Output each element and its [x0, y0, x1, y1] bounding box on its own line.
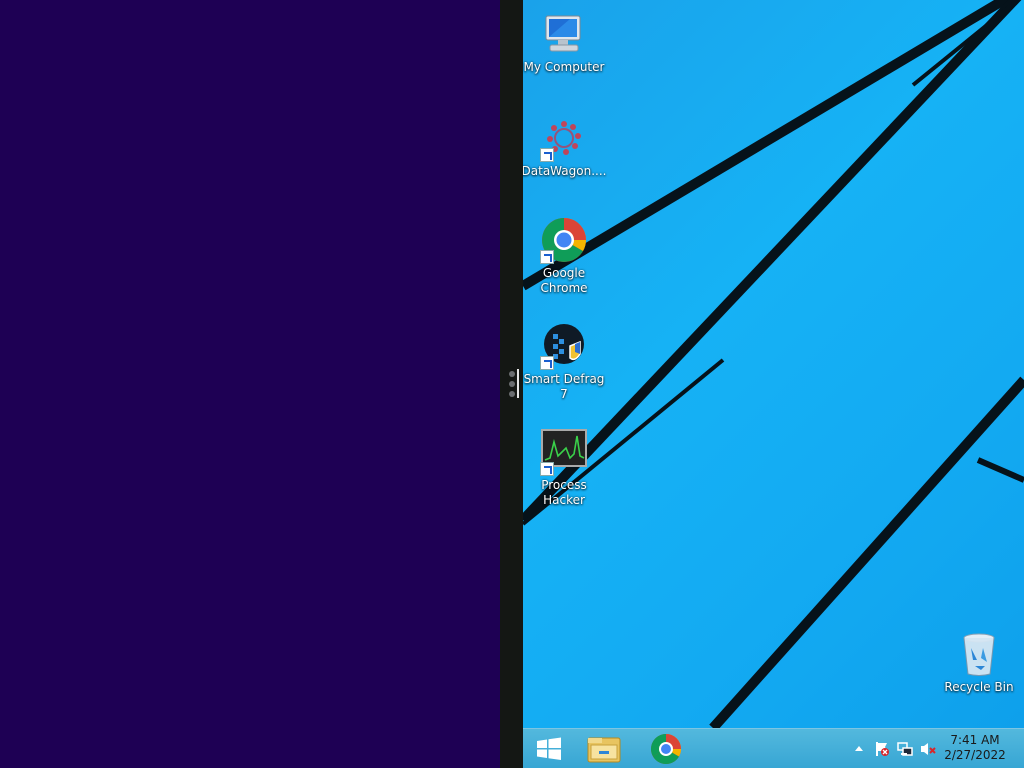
action-center-flag-icon	[876, 742, 889, 756]
windows-logo-icon	[537, 737, 561, 760]
volume-button[interactable]	[920, 741, 936, 757]
shortcut-arrow-icon	[540, 356, 554, 370]
shortcut-arrow-icon	[540, 250, 554, 264]
recycle-bin-icon	[955, 630, 1003, 678]
taskbar: 7:41 AM 2/27/2022	[523, 728, 1024, 768]
desktop-icon-label: DataWagon....	[523, 164, 607, 178]
network-icon	[897, 742, 913, 756]
snapped-app-pane[interactable]	[0, 0, 500, 768]
show-hidden-icons-button[interactable]	[851, 741, 867, 757]
process-hacker-icon	[540, 428, 588, 476]
desktop-icon-my-computer[interactable]: My Computer	[523, 10, 607, 75]
desktop[interactable]: My Computer DataWagon.... Google Chrome …	[523, 0, 1024, 728]
shortcut-arrow-icon	[540, 462, 554, 476]
desktop-icon-smart-defrag[interactable]: Smart Defrag 7	[523, 322, 607, 402]
smart-defrag-icon	[540, 322, 588, 370]
splitter-grip-dot	[509, 371, 515, 377]
datawagon-icon	[540, 114, 588, 162]
desktop-icon-process-hacker[interactable]: Process Hacker	[523, 428, 607, 508]
desktop-icon-label: Smart Defrag 7	[523, 372, 605, 401]
desktop-icon-google-chrome[interactable]: Google Chrome	[523, 216, 607, 296]
chrome-icon	[650, 734, 682, 765]
show-hidden-icons-icon	[855, 746, 863, 751]
desktop-icon-label: Recycle Bin	[944, 680, 1014, 694]
taskbar-chrome[interactable]	[641, 729, 691, 768]
desktop-icon-label: Google Chrome	[540, 266, 588, 295]
shortcut-arrow-icon	[540, 148, 554, 162]
volume-muted-icon	[921, 743, 936, 755]
desktop-icon-label: My Computer	[523, 60, 605, 74]
desktop-icon-datawagon[interactable]: DataWagon....	[523, 114, 607, 179]
desktop-icon-recycle-bin[interactable]: Recycle Bin	[936, 630, 1022, 695]
file-explorer-icon	[587, 737, 621, 763]
desktop-icon-label: Process Hacker	[541, 478, 587, 507]
action-center-button[interactable]	[874, 741, 890, 757]
splitter-grip-dot	[509, 391, 515, 397]
taskbar-clock[interactable]: 7:41 AM 2/27/2022	[940, 733, 1010, 763]
clock-date: 2/27/2022	[944, 748, 1006, 762]
snap-splitter[interactable]	[500, 0, 523, 768]
splitter-grip-dot	[509, 381, 515, 387]
computer-icon	[540, 10, 588, 58]
splitter-handle[interactable]	[517, 369, 519, 398]
clock-time: 7:41 AM	[950, 733, 1000, 747]
chrome-icon	[540, 216, 588, 264]
taskbar-file-explorer[interactable]	[579, 729, 629, 768]
start-button[interactable]	[525, 729, 575, 768]
network-button[interactable]	[897, 741, 913, 757]
